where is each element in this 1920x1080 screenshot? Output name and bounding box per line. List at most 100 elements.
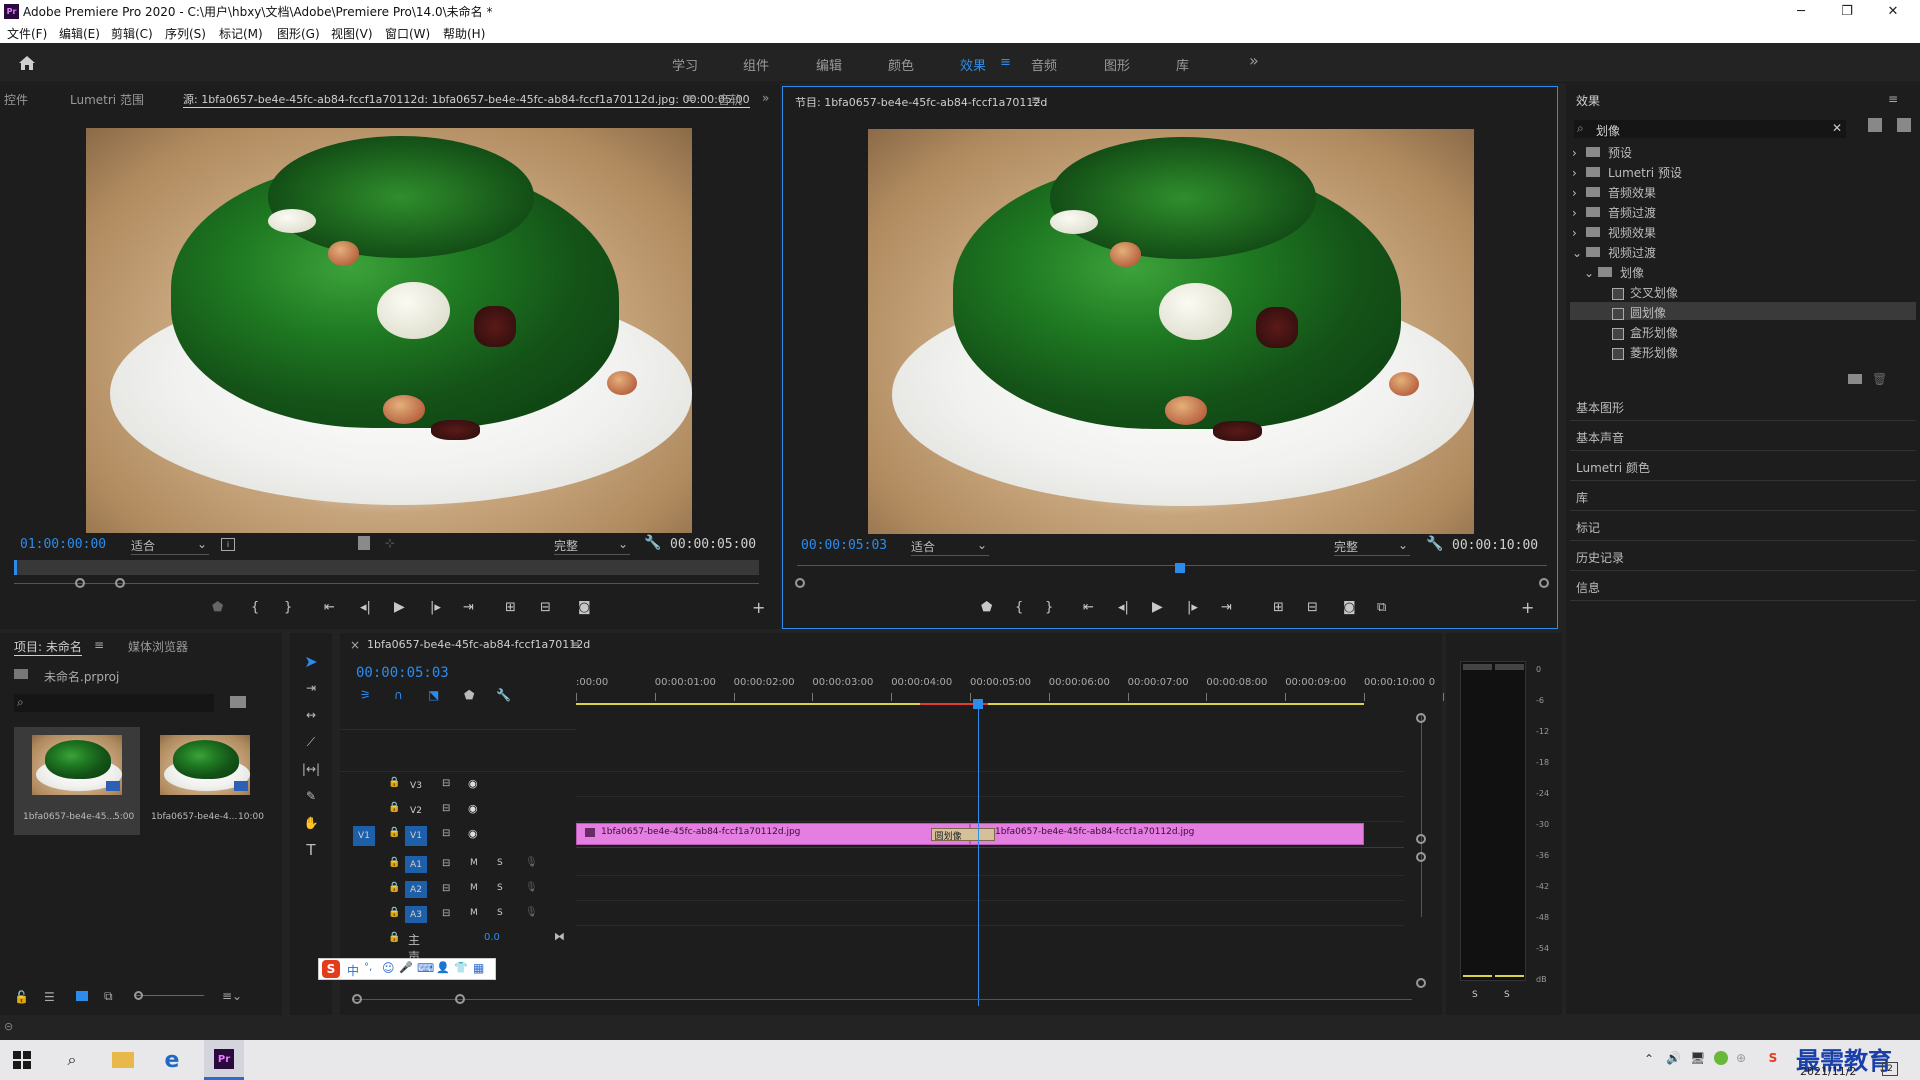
zoom-handle-right[interactable] <box>455 994 465 1004</box>
notification-icon[interactable]: 2 <box>1882 1062 1898 1076</box>
effects-menu-icon[interactable]: ≡ <box>1888 92 1898 106</box>
menu-help[interactable]: 帮助(H) <box>443 25 485 42</box>
section-history[interactable]: 历史记录 <box>1576 549 1624 566</box>
sogou-logo-icon[interactable]: S <box>322 960 340 978</box>
tree-item-lumetri-presets[interactable]: › Lumetri 预设 <box>1572 164 1682 181</box>
mark-out-icon[interactable]: } <box>284 600 292 615</box>
menu-view[interactable]: 视图(V) <box>331 25 373 42</box>
timeline-zoom-bar[interactable] <box>352 999 1412 1000</box>
zoom-handle-left[interactable] <box>352 994 362 1004</box>
linked-selection-icon[interactable]: ⬔ <box>428 688 439 702</box>
meter-solo-right[interactable]: S <box>1504 990 1510 1000</box>
transition-iris-round[interactable]: 圆划像 <box>930 828 996 842</box>
go-to-next-edit-icon[interactable]: ⧓ <box>554 930 565 943</box>
step-back-icon[interactable]: ◂| <box>1118 600 1129 615</box>
ime-chinese-mode[interactable]: 中 <box>347 962 359 979</box>
timeline-timecode[interactable]: 00:00:05:03 <box>356 665 449 681</box>
source-playhead[interactable] <box>14 560 17 575</box>
volume-icon[interactable]: 🔊 <box>1666 1051 1681 1065</box>
step-forward-icon[interactable]: |▸ <box>1187 600 1198 615</box>
menu-marker[interactable]: 标记(M) <box>219 25 263 42</box>
add-marker-icon[interactable]: ⬟ <box>464 688 474 702</box>
play-icon[interactable]: ▶ <box>1152 599 1163 615</box>
export-frame-icon[interactable] <box>358 536 370 550</box>
meter-solo-left[interactable]: S <box>1472 990 1478 1000</box>
track-select-tool-icon[interactable]: ⇥ <box>301 678 321 698</box>
premiere-taskbar-button[interactable]: Pr <box>204 1040 244 1080</box>
project-item-2[interactable]: 1bfa0657-be4e-4... 10:00 <box>142 727 268 835</box>
voice-over-record-icon[interactable]: 🎙 <box>525 857 538 868</box>
tree-item-iris-diamond[interactable]: 菱形划像 <box>1612 344 1678 361</box>
edge-browser-icon[interactable]: e <box>160 1048 184 1073</box>
lock-icon[interactable]: 🔒 <box>388 882 400 893</box>
workspace-effects[interactable]: 效果 <box>960 55 986 74</box>
program-timecode[interactable]: 00:00:05:03 <box>801 538 887 553</box>
add-button-icon[interactable]: + <box>1521 598 1534 617</box>
workspace-audio[interactable]: 音频 <box>1031 55 1057 74</box>
tree-item-iris-round[interactable]: 圆划像 <box>1612 304 1666 321</box>
solo-button[interactable]: S <box>497 908 503 918</box>
lock-icon[interactable]: 🔒 <box>388 827 400 838</box>
tray-input-icon[interactable]: ⊕ <box>1736 1051 1746 1065</box>
overwrite-clip-icon[interactable]: ⊟ <box>540 600 551 615</box>
video-clip-b[interactable]: 1bfa0657-be4e-45fc-ab84-fccf1a70112d.jpg <box>970 823 1364 845</box>
camera-icon[interactable]: ◙ <box>1343 600 1356 615</box>
tab-project[interactable]: 项目: 未命名 <box>14 638 82 656</box>
go-to-in-icon[interactable]: ⇤ <box>1083 600 1094 615</box>
workspace-graphics[interactable]: 图形 <box>1104 55 1130 74</box>
new-search-bin-icon[interactable] <box>230 696 246 708</box>
add-button-icon[interactable]: + <box>752 598 765 617</box>
master-volume-value[interactable]: 0.0 <box>484 932 500 943</box>
zoom-handle-right[interactable] <box>115 578 125 588</box>
toggle-sync-lock-icon[interactable]: ⊟ <box>442 778 450 789</box>
go-to-out-icon[interactable]: ⇥ <box>1221 600 1232 615</box>
settings-wrench-icon[interactable]: 🔧 <box>1426 536 1443 552</box>
network-icon[interactable]: 🖥 <box>1690 1051 1705 1065</box>
menu-sequence[interactable]: 序列(S) <box>165 25 206 42</box>
tree-item-video-transitions[interactable]: ⌄ 视频过渡 <box>1572 244 1656 261</box>
pen-tool-icon[interactable]: ✎ <box>301 786 321 806</box>
lock-icon[interactable]: 🔒 <box>388 777 400 788</box>
mute-button[interactable]: M <box>470 883 478 893</box>
tab-source[interactable]: 源: 1bfa0657-be4e-45fc-ab84-fccf1a70112d:… <box>183 91 750 108</box>
zoom-handle-left[interactable] <box>795 578 805 588</box>
menu-window[interactable]: 窗口(W) <box>385 25 430 42</box>
workspace-libraries[interactable]: 库 <box>1176 55 1189 74</box>
timeline-playhead-line[interactable] <box>977 701 979 1006</box>
scroll-handle[interactable] <box>1416 852 1426 862</box>
project-search-input[interactable]: ⌕ <box>14 694 214 712</box>
menu-edit[interactable]: 编辑(E) <box>59 25 100 42</box>
sequence-tab[interactable]: 1bfa0657-be4e-45fc-ab84-fccf1a70112d <box>367 638 590 651</box>
minimize-button[interactable]: ─ <box>1778 0 1824 23</box>
timeline-settings-wrench-icon[interactable]: 🔧 <box>496 688 511 702</box>
section-libraries[interactable]: 库 <box>1576 489 1588 506</box>
close-button[interactable]: ✕ <box>1870 0 1916 23</box>
add-marker-icon[interactable]: ⬟ <box>212 600 223 615</box>
type-tool-icon[interactable]: T <box>301 840 321 860</box>
track-label-v3[interactable]: V3 <box>405 777 427 794</box>
ime-user-icon[interactable]: 👤 <box>436 961 450 974</box>
ripple-edit-tool-icon[interactable]: ↔ <box>301 705 321 725</box>
hand-tool-icon[interactable]: ✋ <box>301 813 321 833</box>
timeline-playhead-handle[interactable] <box>972 699 983 709</box>
section-info[interactable]: 信息 <box>1576 579 1600 596</box>
mute-button[interactable]: M <box>470 858 478 868</box>
workspace-color[interactable]: 颜色 <box>888 55 914 74</box>
scroll-handle[interactable] <box>1416 713 1426 723</box>
eye-icon[interactable]: ◉ <box>468 827 478 840</box>
source-patch-v1[interactable]: V1 <box>353 826 375 846</box>
taskbar-search-icon[interactable]: ⌕ <box>60 1048 84 1072</box>
toggle-sync-lock-icon[interactable]: ⊟ <box>442 883 450 894</box>
tray-app-icon[interactable] <box>1714 1051 1728 1065</box>
scroll-handle[interactable] <box>1416 834 1426 844</box>
workspace-menu-icon[interactable]: ≡ <box>1000 55 1011 70</box>
scroll-handle[interactable] <box>1416 978 1426 988</box>
ime-voice-icon[interactable]: 🎤 <box>399 961 413 974</box>
lock-icon[interactable]: 🔒 <box>388 932 400 943</box>
voice-over-record-icon[interactable]: 🎙 <box>525 907 538 918</box>
effects-search-input[interactable]: ⌕ 划像 ✕ <box>1574 120 1846 138</box>
tree-item-video-effects[interactable]: › 视频效果 <box>1572 224 1656 241</box>
safe-margins-icon[interactable]: i <box>221 538 235 551</box>
program-quality-dropdown[interactable]: 完整 ⌄ <box>1334 538 1410 556</box>
more-tabs-icon[interactable]: » <box>762 91 769 105</box>
